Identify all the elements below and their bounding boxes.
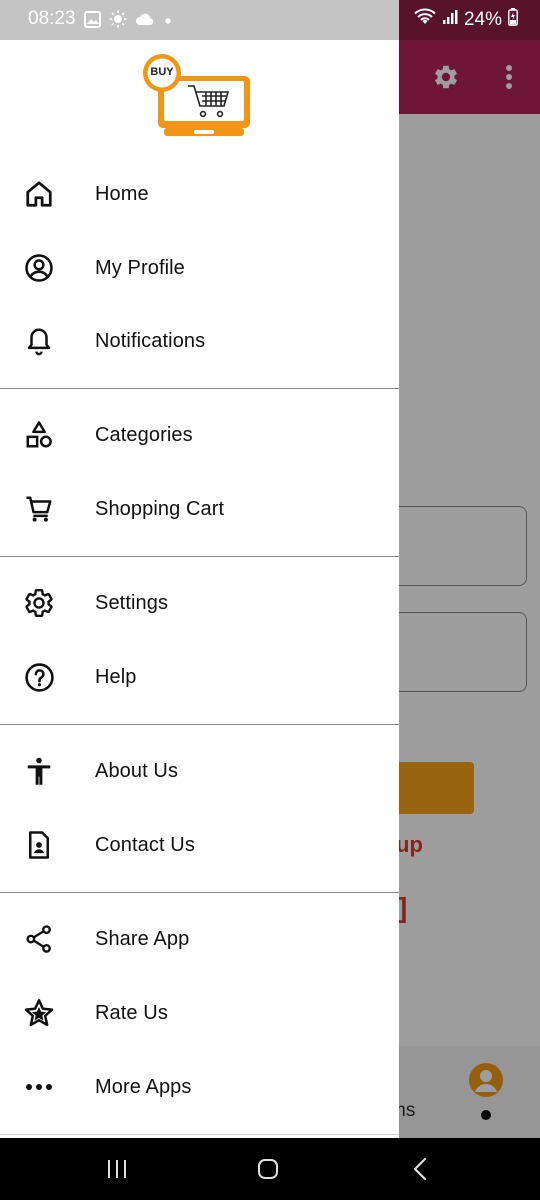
battery-icon — [508, 8, 518, 32]
menu-item-notifications[interactable]: Notifications — [0, 304, 399, 378]
gear-icon — [22, 586, 56, 620]
logo-text: BUY — [150, 66, 174, 78]
menu-item-more-apps[interactable]: More Apps — [0, 1050, 399, 1124]
home-circle-icon[interactable] — [248, 1154, 288, 1184]
menu-label: My Profile — [95, 256, 185, 279]
status-icons — [84, 10, 173, 33]
more-icon — [22, 1070, 56, 1104]
menu-label: Notifications — [95, 329, 206, 352]
wifi-icon — [414, 8, 436, 32]
menu-label: Share App — [95, 927, 190, 950]
dot-icon — [163, 13, 173, 31]
app-logo: BUY — [140, 52, 256, 136]
share-icon — [22, 922, 56, 956]
back-icon[interactable] — [400, 1154, 440, 1184]
menu-label: More Apps — [95, 1075, 192, 1098]
menu-label: Help — [95, 665, 137, 688]
menu-label: Contact Us — [95, 833, 195, 856]
menu-item-my-profile[interactable]: My Profile — [0, 231, 399, 305]
recents-icon[interactable] — [97, 1154, 137, 1184]
divider — [0, 892, 399, 893]
menu-label: Rate Us — [95, 1001, 168, 1024]
menu-item-about-us[interactable]: About Us — [0, 734, 399, 808]
status-time: 08:23 — [28, 8, 76, 29]
cart-icon — [22, 492, 56, 526]
menu-item-share-app[interactable]: Share App — [0, 902, 399, 976]
contact-icon — [22, 828, 56, 862]
bell-icon — [22, 324, 56, 358]
system-navigation-bar — [0, 1138, 540, 1200]
menu-item-categories[interactable]: Categories — [0, 398, 399, 472]
signal-icon — [442, 9, 458, 31]
menu-item-shopping-cart[interactable]: Shopping Cart — [0, 472, 399, 546]
divider — [0, 388, 399, 389]
menu-label: Home — [95, 182, 149, 205]
menu-item-rate-us[interactable]: Rate Us — [0, 976, 399, 1050]
battery-level: 24% — [463, 9, 502, 30]
menu-label: Shopping Cart — [95, 497, 225, 520]
status-right-group: 24% — [414, 8, 518, 32]
divider — [0, 724, 399, 725]
navigation-drawer: BUY Home My Profile Notifications Catego… — [0, 40, 399, 1138]
cloud-icon — [135, 12, 155, 31]
menu-item-help[interactable]: Help — [0, 640, 399, 714]
menu-item-settings[interactable]: Settings — [0, 566, 399, 640]
menu-label: Settings — [95, 591, 169, 614]
profile-icon — [22, 251, 56, 285]
menu-item-home[interactable]: Home — [0, 157, 399, 231]
star-icon — [22, 996, 56, 1030]
categories-icon — [22, 418, 56, 452]
menu-item-contact-us[interactable]: Contact Us — [0, 808, 399, 882]
help-icon — [22, 660, 56, 694]
divider — [0, 1134, 399, 1135]
home-icon — [22, 177, 56, 211]
status-bar: 08:23 — [0, 0, 399, 40]
menu-label: Categories — [95, 423, 193, 446]
image-icon — [84, 10, 101, 33]
brightness-icon — [109, 10, 127, 33]
menu-label: About Us — [95, 759, 179, 782]
divider — [0, 556, 399, 557]
accessibility-icon — [22, 754, 56, 788]
